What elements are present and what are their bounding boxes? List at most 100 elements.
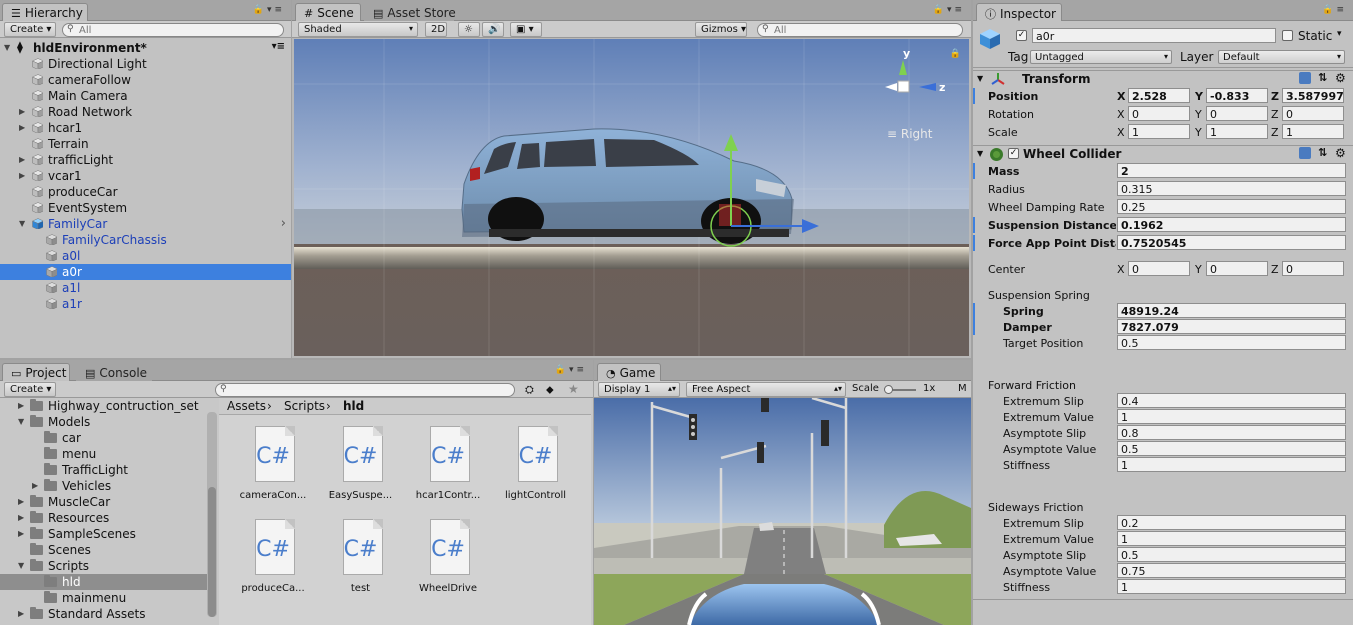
project-search-field[interactable]	[232, 384, 510, 396]
expand-triangle-icon[interactable]: ▼	[4, 43, 10, 52]
collapse-triangle-icon[interactable]: ▼	[19, 219, 25, 228]
expand-triangle-icon[interactable]: ▶	[18, 529, 24, 538]
expand-triangle-icon[interactable]: ▶	[18, 497, 24, 506]
folder-item[interactable]: ▼ Models	[0, 414, 207, 430]
wheel-collider-enabled-checkbox[interactable]: ✓	[1008, 148, 1019, 159]
favorite-star-icon[interactable]: ★	[568, 382, 579, 396]
script-asset[interactable]: C# hcar1Contr...	[408, 426, 488, 514]
axis-gizmo-icon[interactable]	[881, 57, 961, 117]
axis-x-label[interactable]: X	[1117, 90, 1125, 103]
vector-y-field[interactable]: 0	[1206, 106, 1268, 121]
breadcrumb-assets[interactable]: Assets	[227, 399, 266, 413]
value-field[interactable]: 1	[1117, 531, 1346, 546]
mode-2d-button[interactable]: 2D	[425, 22, 447, 37]
folder-item[interactable]: mainmenu	[0, 590, 207, 606]
object-name-field[interactable]: a0r	[1032, 28, 1276, 43]
expand-triangle-icon[interactable]: ▶	[18, 609, 24, 618]
vector-z-field[interactable]: 0	[1282, 261, 1344, 276]
vector-z-field[interactable]: 3.587997	[1282, 88, 1344, 103]
create-button[interactable]: Create ▾	[4, 22, 56, 37]
folder-item[interactable]: ▶ Vehicles	[0, 478, 207, 494]
expand-triangle-icon[interactable]: ▶	[32, 481, 38, 490]
value-field[interactable]: 1	[1117, 409, 1346, 424]
hierarchy-item[interactable]: ▶ trafficLight	[0, 152, 291, 168]
layer-dropdown[interactable]: Default ▾	[1218, 50, 1345, 64]
script-asset[interactable]: C# WheelDrive	[408, 519, 488, 607]
gizmo-lock-icon[interactable]: 🔒	[950, 49, 961, 59]
script-asset[interactable]: C# cameraCon...	[233, 426, 313, 514]
value-field[interactable]: 0.315	[1117, 181, 1346, 196]
preset-sliders-icon[interactable]: ⇅	[1318, 146, 1327, 159]
tab-project[interactable]: ▭ Project	[2, 363, 70, 381]
folder-tree-scrollbar[interactable]	[207, 412, 217, 617]
lock-icon[interactable]: 🔒▾≡	[253, 5, 285, 15]
hierarchy-item[interactable]: Main Camera	[0, 88, 291, 104]
collapse-triangle-icon[interactable]: ▼	[18, 561, 24, 570]
value-field[interactable]: 1	[1117, 579, 1346, 594]
expand-triangle-icon[interactable]: ▶	[19, 155, 25, 164]
value-field[interactable]: 48919.24	[1117, 303, 1346, 318]
folder-item[interactable]: hld	[0, 574, 207, 590]
axis-z-label[interactable]: Z	[1271, 108, 1279, 121]
value-field[interactable]: 0.5	[1117, 441, 1346, 456]
help-book-icon[interactable]	[1299, 72, 1311, 84]
hierarchy-item[interactable]: FamilyCarChassis	[0, 232, 291, 248]
axis-y-label[interactable]: Y	[1195, 90, 1203, 103]
hierarchy-item[interactable]: EventSystem	[0, 200, 291, 216]
vector-x-field[interactable]: 2.528	[1128, 88, 1190, 103]
lock-icon[interactable]: 🔒▾≡	[555, 365, 587, 375]
scale-slider-thumb[interactable]	[884, 385, 893, 394]
lock-icon[interactable]: 🔒≡	[1322, 5, 1347, 15]
value-field[interactable]: 0.5	[1117, 547, 1346, 562]
hierarchy-search-input[interactable]: ⚲	[62, 23, 284, 37]
axis-x-label[interactable]: X	[1117, 108, 1125, 121]
hierarchy-item[interactable]: ▶ hcar1	[0, 120, 291, 136]
help-book-icon[interactable]	[1299, 147, 1311, 159]
vector-z-field[interactable]: 0	[1282, 106, 1344, 121]
folder-item[interactable]: car	[0, 430, 207, 446]
hierarchy-item[interactable]: a1r	[0, 296, 291, 312]
axis-x-label[interactable]: X	[1117, 126, 1125, 139]
axis-z-label[interactable]: Z	[1271, 90, 1279, 103]
folder-item[interactable]: menu	[0, 446, 207, 462]
expand-triangle-icon[interactable]: ▶	[18, 513, 24, 522]
gizmos-dropdown[interactable]: Gizmos ▾	[695, 22, 747, 37]
vector-z-field[interactable]: 1	[1282, 124, 1344, 139]
folder-item[interactable]: Scenes	[0, 542, 207, 558]
scale-slider[interactable]	[884, 385, 916, 394]
hierarchy-item[interactable]: ▶ vcar1	[0, 168, 291, 184]
axis-y-label[interactable]: Y	[1195, 126, 1202, 139]
folder-item[interactable]: TrafficLight	[0, 462, 207, 478]
value-field[interactable]: 0.4	[1117, 393, 1346, 408]
scene-viewport[interactable]: y z 🔒 ≡ Right	[294, 39, 969, 356]
hierarchy-item[interactable]: ▶ Road Network	[0, 104, 291, 120]
preset-sliders-icon[interactable]: ⇅	[1318, 71, 1327, 84]
hierarchy-search-field[interactable]	[79, 24, 279, 36]
axis-z-label[interactable]: Z	[1271, 126, 1279, 139]
folder-item[interactable]: ▶ Highway_contruction_set	[0, 398, 207, 414]
shading-mode-dropdown[interactable]: Shaded ▾	[298, 22, 418, 37]
folder-item[interactable]: ▼ Scripts	[0, 558, 207, 574]
vector-y-field[interactable]: 1	[1206, 124, 1268, 139]
active-checkbox[interactable]: ✓	[1016, 30, 1027, 41]
script-asset[interactable]: C# lightControll	[496, 426, 576, 514]
hierarchy-item[interactable]: Terrain	[0, 136, 291, 152]
effects-dropdown[interactable]: ▣ ▾	[510, 22, 542, 37]
static-dropdown-icon[interactable]: ▾	[1337, 29, 1342, 39]
scene-search-field[interactable]	[774, 24, 958, 36]
wheel-collider-header[interactable]: ▼ ✓ Wheel Collider ⇅ ⚙	[973, 145, 1353, 163]
hierarchy-item[interactable]: a0l	[0, 248, 291, 264]
lighting-toggle[interactable]: ☼	[458, 22, 480, 37]
value-field[interactable]: 0.75	[1117, 563, 1346, 578]
value-field[interactable]: 0.25	[1117, 199, 1346, 214]
tab-asset-store[interactable]: ▤ Asset Store	[364, 3, 456, 21]
tab-console[interactable]: ▤ Console	[76, 363, 152, 381]
hierarchy-item[interactable]: a0r	[0, 264, 291, 280]
tab-game[interactable]: ◔ Game	[597, 363, 661, 381]
axis-z-label[interactable]: Z	[1271, 263, 1279, 276]
component-settings-gear-icon[interactable]: ⚙	[1335, 71, 1346, 85]
folder-scroll-thumb[interactable]	[208, 487, 216, 617]
script-asset[interactable]: C# EasySuspe...	[321, 426, 401, 514]
vector-x-field[interactable]: 0	[1128, 261, 1190, 276]
scene-menu-icon[interactable]: ▾≡	[272, 41, 285, 52]
